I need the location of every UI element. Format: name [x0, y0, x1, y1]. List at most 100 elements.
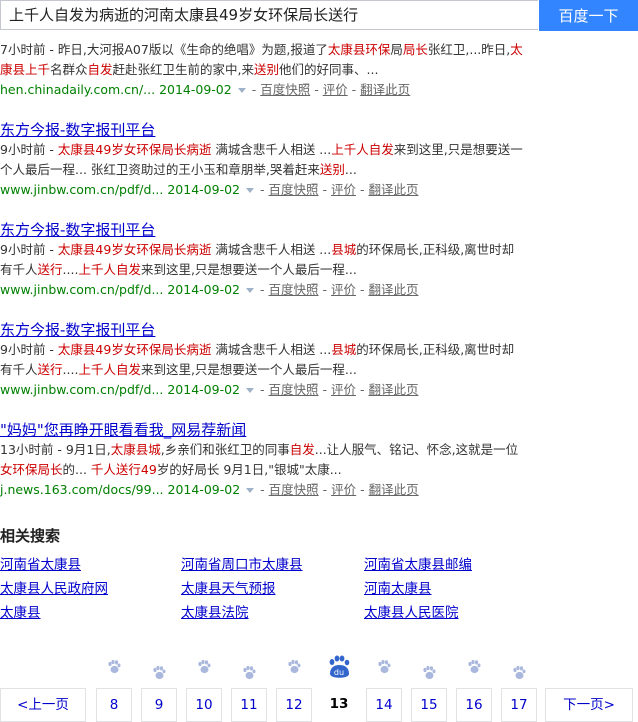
result-item: 东方今报-数字报刊平台 9小时前 - 太康县49岁女环保局长病逝 满城含悲千人相送… — [0, 320, 560, 400]
highlight-term: 康县上千 — [0, 62, 51, 77]
separator: - — [356, 482, 369, 497]
paw-icon — [186, 655, 222, 675]
result-abstract-line: 有千人送行....上千人自发来到这里,只是想要送一个人最后一程... — [0, 260, 560, 280]
rate-link[interactable]: 评价 — [331, 382, 356, 397]
pagination: <上一页 8 9 10 11 12 du 13 14 15 16 17 下一页> — [0, 655, 638, 722]
result-abstract-line: 康县上千名群众自发赶赴张红卫生前的家中,来送别他们的好同事、... — [0, 60, 560, 80]
separator: - — [318, 282, 331, 297]
abstract-text: 的环保局长,正科级,离世时却 — [356, 342, 515, 357]
rate-link[interactable]: 评价 — [323, 82, 348, 97]
highlight-term: 县城 — [331, 242, 357, 257]
page-link[interactable]: 17 — [501, 688, 537, 722]
abstract-text: 岁 — [156, 462, 170, 477]
page-link[interactable]: 12 — [276, 688, 312, 722]
page-link[interactable]: 11 — [231, 688, 267, 722]
abstract-text: ,乡亲们和张红卫的同事 — [160, 442, 290, 457]
highlight-term: 局长 — [402, 42, 428, 57]
search-button[interactable]: 百度一下 — [539, 0, 638, 31]
translate-link[interactable]: 翻译此页 — [360, 82, 410, 97]
abstract-text: 的环保局长,正科级,离世时却 — [356, 242, 515, 257]
result-meta: j.news.163.com/docs/99... 2014-09-02 - 百度… — [0, 480, 560, 500]
separator: - — [260, 482, 269, 497]
abstract-text: .... — [62, 362, 79, 377]
highlight-term: 太康县环保 — [327, 42, 391, 57]
next-page-button[interactable]: 下一页> — [545, 688, 633, 722]
result-url: www.jinbw.com.cn/pdf/d... — [0, 282, 168, 297]
dropdown-caret-icon[interactable] — [246, 287, 254, 293]
abstract-text: 的... — [62, 462, 91, 477]
cache-link[interactable]: 百度快照 — [268, 382, 318, 397]
search-input[interactable] — [0, 0, 538, 30]
highlight-term: 送行 — [37, 362, 63, 377]
highlight-term: 自发 — [289, 442, 315, 457]
related-search-link[interactable]: 河南省周口市太康县 — [181, 553, 303, 573]
cache-link[interactable]: 百度快照 — [268, 182, 318, 197]
highlight-term: 女环保局长 — [0, 462, 63, 477]
result-date: 2014-09-02 — [159, 82, 232, 97]
translate-link[interactable]: 翻译此页 — [368, 282, 418, 297]
rate-link[interactable]: 评价 — [331, 482, 356, 497]
separator: - — [310, 82, 323, 97]
related-search-link[interactable]: 河南省太康县邮编 — [364, 553, 472, 573]
abstract-text: 有千人 — [0, 362, 38, 377]
abstract-text: 9小时前 - — [0, 342, 58, 357]
page-link[interactable]: 15 — [411, 688, 447, 722]
abstract-text: ...让人服气、铭记、怀念,这就是一位 — [314, 442, 519, 457]
result-abstract-line: 有千人送行....上千人自发来到这里,只是想要送一个人最后一程... — [0, 360, 560, 380]
rate-link[interactable]: 评价 — [331, 182, 356, 197]
result-abstract-line: 13小时前 - 9月1日,太康县城,乡亲们和张红卫的同事自发...让人服气、铭记… — [0, 440, 560, 460]
paw-icon — [231, 655, 267, 681]
related-search-link[interactable]: 太康县天气预报 — [181, 577, 276, 597]
separator: - — [355, 382, 369, 397]
paw-icon — [276, 655, 312, 675]
result-item: "妈妈"您再睁开眼看看我_网易荐新闻 13小时前 - 9月1日,太康县城,乡亲们和… — [0, 420, 560, 500]
result-title-link[interactable]: 东方今报-数字报刊平台 — [0, 320, 560, 340]
result-title-link[interactable]: 东方今报-数字报刊平台 — [0, 120, 560, 140]
separator: - — [318, 182, 331, 197]
result-abstract-line: 7小时前 - 昨日,大河报A07版以《生命的绝唱》为题,报道了太康县环保局局长张… — [0, 40, 560, 60]
separator: - — [347, 82, 361, 97]
related-search-link[interactable]: 河南太康县 — [364, 577, 432, 597]
related-search-link[interactable]: 太康县人民医院 — [364, 601, 459, 621]
related-search-link[interactable]: 太康县人民政府网 — [0, 577, 108, 597]
paw-icon — [501, 655, 537, 681]
result-abstract-line: 个人最后一程... 张红卫资助过的王小玉和章朋举,哭着赶来送别... — [0, 160, 560, 180]
page-link[interactable]: 8 — [96, 688, 132, 722]
related-search-link[interactable]: 河南省太康县 — [0, 553, 81, 573]
related-search-link[interactable]: 太康县 — [0, 601, 41, 621]
related-searches: 相关搜索 河南省太康县 河南省周口市太康县 河南省太康县邮编 太康县人民政府网 太康县天… — [0, 525, 638, 621]
translate-link[interactable]: 翻译此页 — [368, 182, 418, 197]
page-link[interactable]: 9 — [141, 688, 177, 722]
translate-link[interactable]: 翻译此页 — [368, 382, 418, 397]
page-link[interactable]: 14 — [366, 688, 402, 722]
abstract-text: 名群众 — [50, 62, 88, 77]
highlight-term: 太康县49岁女环保局长病逝 — [57, 142, 212, 157]
cache-link[interactable]: 百度快照 — [260, 82, 310, 97]
abstract-text: 9小时前 - — [0, 142, 58, 157]
highlight-term: 送别 — [319, 162, 345, 177]
abstract-text: .... — [62, 262, 79, 277]
abstract-text: 满城含悲千人相送 ... — [211, 242, 332, 257]
result-title-link[interactable]: 东方今报-数字报刊平台 — [0, 220, 560, 240]
result-meta: www.jinbw.com.cn/pdf/d... 2014-09-02 - 百度… — [0, 280, 560, 300]
cache-link[interactable]: 百度快照 — [268, 282, 318, 297]
dropdown-caret-icon[interactable] — [246, 487, 255, 493]
result-url: www.jinbw.com.cn/pdf/d... — [0, 182, 168, 197]
rate-link[interactable]: 评价 — [331, 282, 356, 297]
page-link[interactable]: 10 — [186, 688, 222, 722]
result-title-link[interactable]: "妈妈"您再睁开眼看看我_网易荐新闻 — [0, 420, 560, 440]
abstract-text: 满城含悲千人相送 ... — [211, 342, 332, 357]
highlight-term: 县城 — [331, 342, 357, 357]
prev-page-button[interactable]: <上一页 — [0, 688, 86, 722]
separator: - — [251, 82, 261, 97]
abstract-text: 来到这里,只是想要送一个人最后一程... — [140, 262, 357, 277]
dropdown-caret-icon[interactable] — [246, 187, 254, 193]
page-link[interactable]: 16 — [456, 688, 492, 722]
dropdown-caret-icon[interactable] — [237, 87, 246, 93]
dropdown-caret-icon[interactable] — [246, 387, 254, 393]
result-url: hen.chinadaily.com.cn/... — [0, 82, 160, 97]
translate-link[interactable]: 翻译此页 — [369, 482, 419, 497]
related-search-link[interactable]: 太康县法院 — [181, 601, 249, 621]
abstract-text: 9小时前 - — [0, 242, 58, 257]
cache-link[interactable]: 百度快照 — [269, 482, 319, 497]
